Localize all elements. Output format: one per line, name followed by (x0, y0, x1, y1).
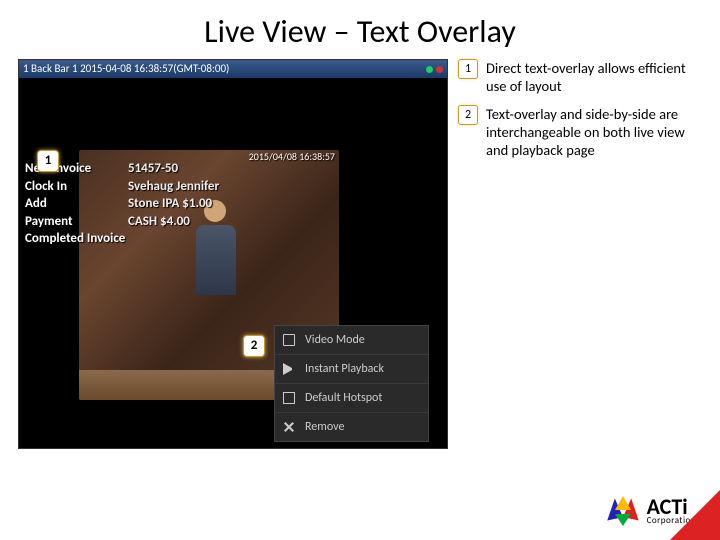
note-text: Direct text-overlay allows efficient use… (486, 59, 702, 95)
menu-label: Instant Playback (305, 362, 384, 376)
overlay-row: Clock In Svehaug Jennifer (25, 178, 219, 196)
menu-label: Default Hotspot (305, 391, 382, 405)
notes-column: 1 Direct text-overlay allows efficient u… (448, 59, 702, 449)
screen-icon (283, 334, 295, 346)
logo-mark-icon (605, 496, 641, 526)
overlay-value: Stone IPA $1.00 (128, 195, 212, 213)
status-dots (426, 66, 443, 73)
callout-1: 1 (37, 150, 59, 172)
play-icon (283, 363, 295, 375)
video-header-text: 1 Back Bar 1 2015-04-08 16:38:57(GMT-08:… (23, 60, 229, 78)
menu-item-instant-playback[interactable]: Instant Playback (275, 355, 428, 384)
menu-item-remove[interactable]: Remove (275, 413, 428, 441)
video-pane: 1 Back Bar 1 2015-04-08 16:38:57(GMT-08:… (18, 59, 448, 449)
overlay-label: Clock In (25, 178, 120, 196)
context-menu: Video Mode Instant Playback Default Hots… (274, 325, 429, 442)
status-dot-green (426, 66, 433, 73)
note-2: 2 Text-overlay and side-by-side are inte… (458, 105, 702, 159)
callout-2: 2 (243, 335, 265, 357)
overlay-value: 51457-50 (128, 160, 178, 178)
video-header: 1 Back Bar 1 2015-04-08 16:38:57(GMT-08:… (19, 60, 447, 78)
menu-item-default-hotspot[interactable]: Default Hotspot (275, 384, 428, 413)
note-1: 1 Direct text-overlay allows efficient u… (458, 59, 702, 95)
x-icon (283, 421, 295, 433)
overlay-value: Svehaug Jennifer (128, 178, 219, 196)
overlay-label: Payment (25, 213, 120, 231)
note-text: Text-overlay and side-by-side are interc… (486, 105, 702, 159)
note-number: 1 (458, 59, 478, 79)
menu-label: Video Mode (305, 333, 365, 347)
overlay-label: Add (25, 195, 120, 213)
overlay-label: Completed Invoice (25, 230, 125, 248)
callout-number: 2 (243, 335, 265, 357)
square-icon (283, 392, 295, 404)
content-row: 1 Back Bar 1 2015-04-08 16:38:57(GMT-08:… (0, 59, 720, 449)
menu-label: Remove (305, 420, 344, 434)
overlay-row: Completed Invoice (25, 230, 219, 248)
overlay-value: CASH $4.00 (128, 213, 190, 231)
overlay-row: Payment CASH $4.00 (25, 213, 219, 231)
note-number: 2 (458, 105, 478, 125)
menu-item-video-mode[interactable]: Video Mode (275, 326, 428, 355)
status-dot-red (436, 66, 443, 73)
page-title: Live View – Text Overlay (0, 0, 720, 59)
scene-timestamp: 2015/04/08 16:38:57 (249, 150, 335, 163)
callout-number: 1 (37, 150, 59, 172)
corner-accent (670, 490, 720, 540)
text-overlay-block: New Invoice51457-50 Clock InSvehaug Jenn… (25, 160, 219, 248)
overlay-row: Add Stone IPA $1.00 (25, 195, 219, 213)
